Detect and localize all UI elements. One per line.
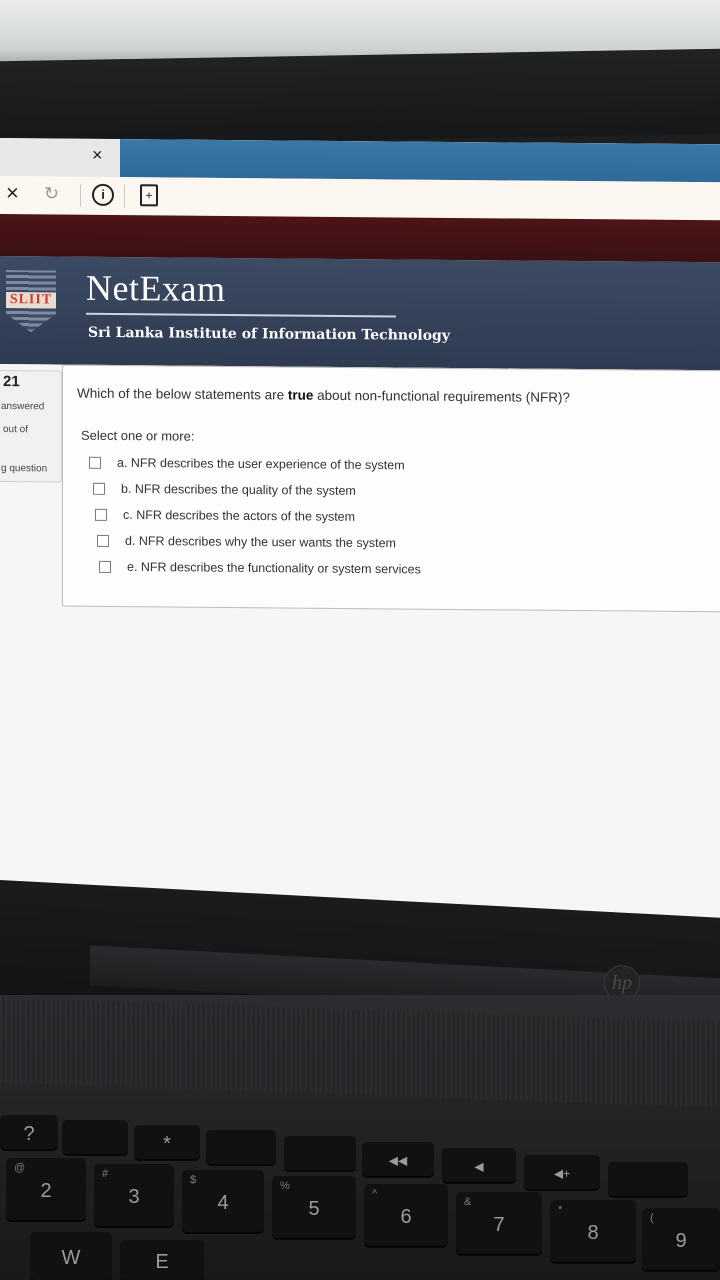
key-label: 2 bbox=[40, 1179, 52, 1202]
key-e[interactable]: E bbox=[120, 1240, 204, 1280]
institute-name: Sri Lanka Institute of Information Techn… bbox=[88, 324, 450, 344]
key-label: 5 bbox=[308, 1197, 320, 1220]
site-info-icon[interactable]: i bbox=[92, 183, 114, 206]
key-4[interactable]: $4 bbox=[182, 1170, 264, 1232]
key-6[interactable]: ^ 6 bbox=[364, 1184, 448, 1246]
checkbox-e[interactable] bbox=[99, 560, 111, 573]
reload-icon[interactable]: ↻ bbox=[44, 183, 59, 204]
key-7[interactable]: & 7 bbox=[456, 1192, 542, 1254]
key-2[interactable]: @2 bbox=[6, 1158, 86, 1220]
site-brand[interactable]: NetExam bbox=[86, 267, 225, 310]
option-label[interactable]: e. NFR describes the functionality or sy… bbox=[127, 560, 421, 577]
key-symbol: % bbox=[280, 1180, 290, 1192]
question-mark: out of bbox=[3, 424, 29, 436]
question-text-emphasis: true bbox=[287, 387, 314, 403]
laptop-top-bezel bbox=[0, 48, 720, 147]
browser-tab-bar: × bbox=[0, 138, 720, 183]
question-text-part: about non-functional requirements (NFR)? bbox=[313, 387, 571, 405]
question-text: Which of the below statements are true a… bbox=[77, 386, 570, 405]
checkbox-d[interactable] bbox=[97, 534, 109, 547]
key-fn-6[interactable]: ◀◀ bbox=[362, 1142, 434, 1176]
browser-address-bar: × ↻ i + bbox=[0, 176, 720, 221]
option-label[interactable]: b. NFR describes the quality of the syst… bbox=[121, 482, 356, 498]
browser-bookmark-bar bbox=[0, 214, 720, 263]
browser-active-tab[interactable] bbox=[120, 139, 720, 183]
checkbox-b[interactable] bbox=[93, 482, 105, 495]
key-label: 9 bbox=[675, 1229, 687, 1252]
key-symbol: ^ bbox=[372, 1188, 378, 1200]
key-symbol: ( bbox=[650, 1212, 654, 1224]
key-label: 8 bbox=[587, 1221, 599, 1244]
key-fn-4[interactable] bbox=[206, 1130, 276, 1164]
sliit-logo-text: SLIIT bbox=[6, 292, 56, 309]
key-8[interactable]: * 8 bbox=[550, 1200, 636, 1262]
key-fn-8[interactable]: ◀+ bbox=[524, 1155, 600, 1189]
question-text-part: Which of the below statements are bbox=[77, 385, 288, 403]
option-label[interactable]: c. NFR describes the actors of the syste… bbox=[123, 508, 355, 524]
answer-prompt: Select one or more: bbox=[81, 427, 195, 444]
key-w[interactable]: W bbox=[30, 1232, 112, 1280]
key-label: ◀+ bbox=[553, 1166, 571, 1181]
laptop-screen: × × ↻ i + SLIIT NetExam Sri Lanka Instit… bbox=[0, 138, 720, 955]
flag-question-link[interactable]: g question bbox=[1, 463, 47, 474]
page-action-icon[interactable]: + bbox=[140, 184, 158, 207]
question-info-panel: 21 answered out of g question bbox=[0, 369, 62, 483]
key-label: 4 bbox=[217, 1191, 229, 1214]
key-5[interactable]: % 5 bbox=[272, 1176, 356, 1238]
site-header: SLIIT NetExam Sri Lanka Institute of Inf… bbox=[0, 256, 720, 375]
stop-icon[interactable]: × bbox=[6, 180, 19, 206]
key-label: ? bbox=[23, 1122, 35, 1145]
key-fn-3[interactable]: * bbox=[134, 1125, 200, 1159]
answer-option-d[interactable]: d. NFR describes why the user wants the … bbox=[97, 532, 396, 555]
question-number: 21 bbox=[3, 373, 20, 391]
key-fn-5[interactable] bbox=[284, 1136, 356, 1170]
key-symbol: @ bbox=[14, 1162, 26, 1174]
answer-option-b[interactable]: b. NFR describes the quality of the syst… bbox=[93, 480, 356, 502]
checkbox-a[interactable] bbox=[89, 456, 101, 469]
key-fn-2[interactable] bbox=[62, 1120, 128, 1154]
key-fn-7[interactable]: ◀ bbox=[442, 1148, 516, 1182]
answer-option-a[interactable]: a. NFR describes the user experience of … bbox=[89, 454, 405, 477]
key-label: * bbox=[163, 1132, 171, 1155]
key-symbol: & bbox=[464, 1196, 472, 1208]
key-symbol: * bbox=[558, 1204, 563, 1216]
question-state: answered bbox=[1, 401, 45, 413]
answer-option-e[interactable]: e. NFR describes the functionality or sy… bbox=[99, 558, 421, 581]
key-label: 7 bbox=[493, 1213, 505, 1236]
tab-close-icon[interactable]: × bbox=[92, 145, 103, 166]
key-label: 6 bbox=[400, 1205, 412, 1228]
key-label: 3 bbox=[128, 1185, 140, 1208]
checkbox-c[interactable] bbox=[95, 508, 107, 521]
option-label[interactable]: a. NFR describes the user experience of … bbox=[117, 456, 405, 473]
key-symbol: # bbox=[102, 1168, 109, 1180]
key-9[interactable]: (9 bbox=[642, 1208, 720, 1270]
address-separator bbox=[124, 185, 125, 208]
key-label: ◀◀ bbox=[388, 1153, 408, 1168]
page-content: 21 answered out of g question Which of t… bbox=[0, 364, 720, 955]
key-3[interactable]: #3 bbox=[94, 1164, 174, 1226]
brand-divider bbox=[86, 312, 396, 318]
option-label[interactable]: d. NFR describes why the user wants the … bbox=[125, 534, 396, 550]
key-fn-1[interactable]: ? bbox=[0, 1115, 58, 1149]
key-label: E bbox=[155, 1250, 169, 1273]
question-box: Which of the below statements are true a… bbox=[62, 364, 720, 613]
answer-option-c[interactable]: c. NFR describes the actors of the syste… bbox=[95, 506, 355, 528]
address-separator bbox=[80, 184, 81, 207]
key-symbol: $ bbox=[190, 1174, 197, 1186]
key-label: W bbox=[61, 1246, 81, 1269]
key-fn-9[interactable] bbox=[608, 1162, 688, 1196]
key-label: ◀ bbox=[474, 1159, 484, 1174]
